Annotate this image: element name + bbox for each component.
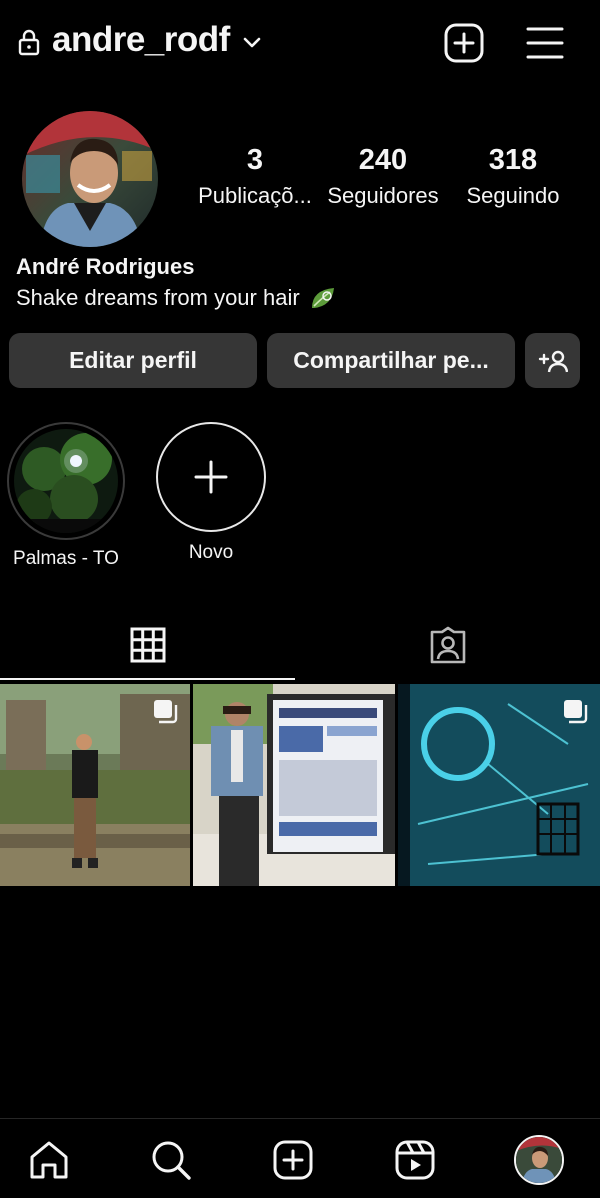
profile-tabs — [0, 610, 600, 682]
plus-icon — [194, 460, 228, 494]
share-profile-button[interactable]: Compartilhar pe... — [267, 333, 515, 388]
carousel-icon — [154, 700, 178, 724]
nav-reels[interactable] — [392, 1137, 438, 1183]
new-highlight-circle — [156, 422, 266, 532]
profile-stats: 3 Publicaçõ... 240 Seguidores 318 Seguin… — [190, 144, 570, 224]
profile-avatar[interactable] — [22, 111, 158, 247]
stat-posts[interactable]: 3 Publicaçõ... — [190, 144, 320, 209]
bio-text: Shake dreams from your hair — [16, 285, 300, 310]
grid-icon — [130, 627, 165, 663]
posts-grid — [0, 684, 600, 886]
bottom-nav — [0, 1118, 600, 1198]
following-label: Seguindo — [466, 183, 560, 208]
posts-label: Publicaçõ... — [198, 183, 312, 208]
followers-label: Seguidores — [327, 183, 439, 208]
discover-people-button[interactable] — [525, 333, 580, 388]
nav-profile-avatar[interactable] — [514, 1135, 564, 1185]
followers-count: 240 — [358, 144, 408, 176]
highlight-ring — [7, 422, 125, 540]
tagged-icon — [430, 626, 465, 664]
stat-following[interactable]: 318 Seguindo — [448, 144, 578, 209]
search-icon — [152, 1141, 191, 1180]
bio: Shake dreams from your hair — [16, 285, 336, 311]
chevron-down-icon[interactable] — [240, 30, 264, 54]
following-count: 318 — [488, 144, 538, 176]
leaf-emoji-icon — [311, 288, 334, 308]
active-tab-indicator — [0, 678, 295, 680]
post-thumbnail[interactable] — [398, 684, 600, 886]
avatar — [516, 1137, 562, 1183]
edit-profile-button[interactable]: Editar perfil — [9, 333, 257, 388]
username[interactable]: andre_rodf — [52, 20, 230, 60]
carousel-icon — [564, 700, 588, 724]
highlight-label: Palmas - TO — [13, 548, 119, 569]
post-thumbnail[interactable] — [193, 684, 395, 886]
new-post-icon[interactable] — [444, 23, 484, 63]
reels-icon — [395, 1140, 435, 1180]
highlight-label: Novo — [188, 542, 234, 563]
nav-home[interactable] — [26, 1137, 72, 1183]
home-icon — [30, 1141, 68, 1179]
highlight-new[interactable]: Novo — [156, 422, 266, 564]
tab-posts-grid[interactable] — [0, 610, 295, 680]
nav-create[interactable] — [270, 1137, 316, 1183]
posts-count: 3 — [246, 144, 264, 176]
menu-icon[interactable] — [526, 25, 564, 61]
lock-icon — [18, 29, 40, 56]
top-bar: andre_rodf — [0, 0, 600, 86]
highlight-cover — [14, 429, 118, 533]
stat-followers[interactable]: 240 Seguidores — [318, 144, 448, 209]
full-name: André Rodrigues — [16, 254, 195, 279]
tab-tagged[interactable] — [300, 610, 595, 680]
create-icon — [273, 1140, 313, 1180]
nav-search[interactable] — [148, 1137, 194, 1183]
add-user-icon — [538, 350, 568, 372]
highlight-palmas[interactable]: Palmas - TO — [7, 422, 125, 570]
post-thumbnail[interactable] — [0, 684, 190, 886]
